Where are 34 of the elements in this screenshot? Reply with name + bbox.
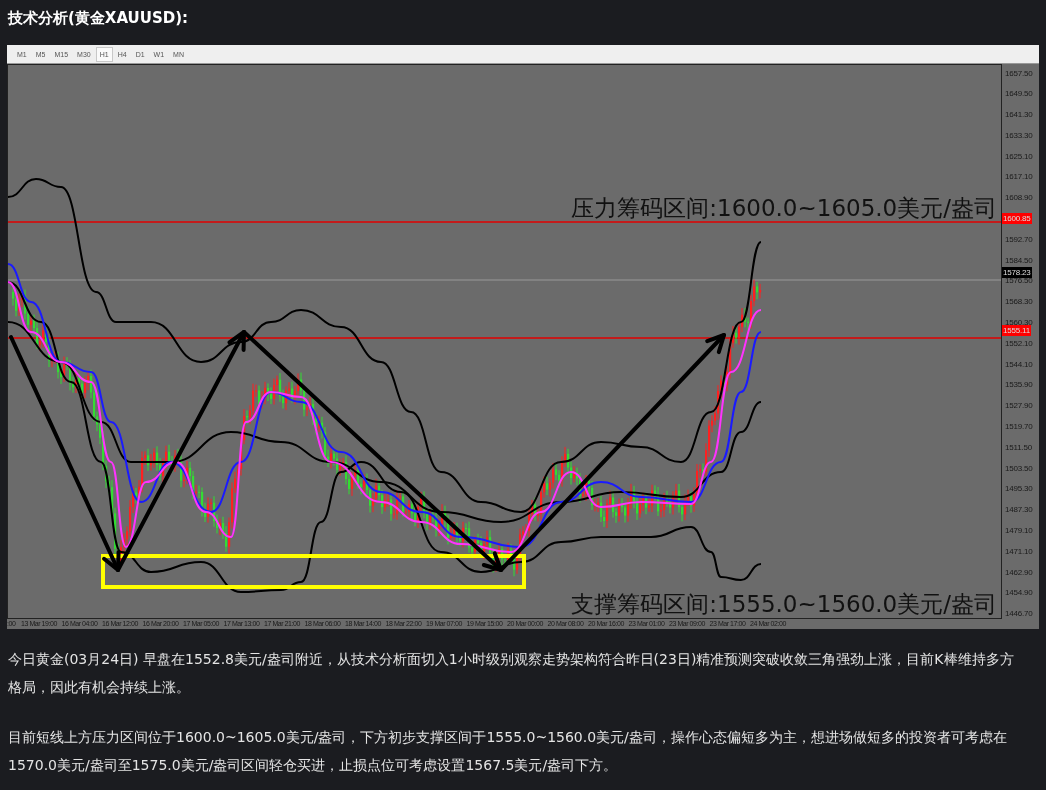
price-label: 1552.10 <box>1004 338 1033 348</box>
section-title: 技术分析(黄金XAUUSD): <box>6 8 190 29</box>
price-label: 1568.30 <box>1004 297 1033 307</box>
price-label: 1454.90 <box>1004 588 1033 598</box>
price-label: 1617.10 <box>1004 172 1033 182</box>
price-label: 1633.30 <box>1004 130 1033 140</box>
chart-annotation: 压力筹码区间:1600.0~1605.0美元/盎司 <box>571 194 997 223</box>
analysis-paragraph: 今日黄金(03月24日) 早盘在1552.8美元/盎司附近，从技术分析面切入1小时级别观察走势架构符合昨日(23日)精准预测突破收敛三角强劲上涨，目前K棒维持多方格局，因此有机会持续上涨。 <box>8 650 1015 697</box>
analysis-paragraph: 目前短线上方压力区间位于1600.0~1605.0美元/盎司，下方初步支撑区间于1555.0~1560.0美元/盎司，操作心态偏短多为主，想进场做短多的投资者可考虑在1570.0美元/盎司至1575.0美元/盎司区间轻仓买进，止损点位可考虑设置1567.5美元/盎司下方。 <box>8 728 1008 775</box>
price-label: 1471.10 <box>1004 546 1033 556</box>
price-label: 1584.50 <box>1004 255 1033 265</box>
price-label: 1592.70 <box>1004 234 1033 244</box>
price-label: 1657.50 <box>1004 68 1033 78</box>
price-label: 1625.10 <box>1004 151 1033 161</box>
price-label: 1527.90 <box>1004 401 1033 411</box>
price-label: 1608.90 <box>1004 193 1033 203</box>
price-label: 1560.30 <box>1004 318 1033 328</box>
price-label: 1544.10 <box>1004 359 1033 369</box>
price-marker: 1578.23 <box>1002 267 1032 278</box>
price-label: 1503.50 <box>1004 463 1033 473</box>
price-label: 1446.70 <box>1004 609 1033 619</box>
price-marker: 1600.85 <box>1002 213 1032 225</box>
price-label: 1511.50 <box>1004 442 1032 452</box>
price-label: 1576.50 <box>1004 276 1033 286</box>
price-label: 1519.70 <box>1004 422 1033 432</box>
price-label: 1462.90 <box>1004 567 1033 577</box>
price-label: 1641.30 <box>1004 110 1033 120</box>
price-marker: 1555.11 <box>1002 325 1031 336</box>
price-label: 1479.10 <box>1004 526 1033 536</box>
price-label: 1535.90 <box>1004 380 1033 390</box>
price-label: 1649.50 <box>1004 89 1033 99</box>
price-label: 1487.30 <box>1004 505 1033 515</box>
price-label: 1495.30 <box>1004 484 1033 494</box>
chart-annotation: 支撑筹码区间:1555.0~1560.0美元/盎司 <box>571 590 997 618</box>
